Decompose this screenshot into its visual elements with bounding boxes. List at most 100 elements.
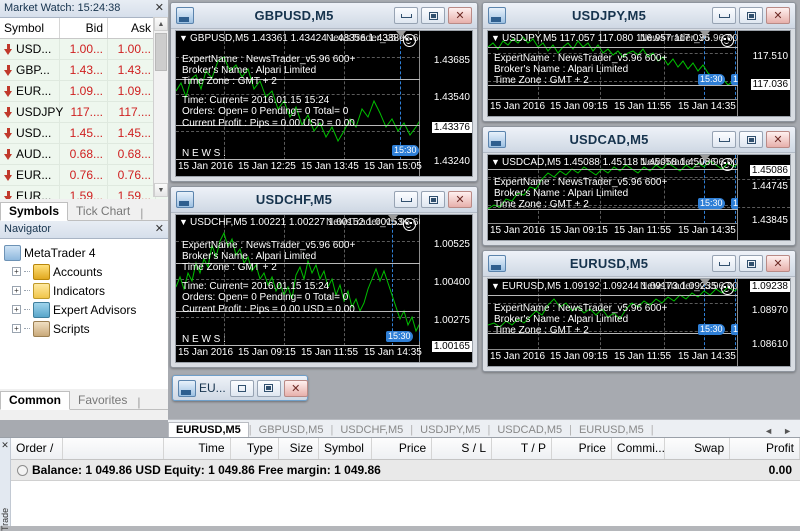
restore-button[interactable] xyxy=(739,255,763,272)
sidebar-item-expert-advisors[interactable]: + Expert Advisors xyxy=(4,300,168,319)
column-header-0[interactable]: Order / xyxy=(11,438,63,459)
chart-canvas[interactable]: USDCHF,M5 1.00221 1.00227 1.00152 1.0015… xyxy=(175,214,473,363)
price-scale[interactable]: 117.510 117.036 xyxy=(737,31,790,116)
restore-button[interactable] xyxy=(421,191,445,208)
minimize-button[interactable] xyxy=(394,191,418,208)
expand-icon[interactable]: + xyxy=(12,286,21,295)
scroll-down-icon[interactable]: ▼ xyxy=(154,183,168,197)
column-header-6[interactable]: Price xyxy=(372,438,433,459)
chart-tab-5[interactable]: EURUSD,M5 xyxy=(572,423,651,438)
column-header-12[interactable]: Profit xyxy=(730,438,800,459)
market-watch-list: USD... 1.00... 1.00... GBP... 1.43... 1.43...… xyxy=(0,39,168,199)
tab-favorites[interactable]: Favorites xyxy=(70,392,135,409)
close-icon[interactable]: ✕ xyxy=(0,440,10,451)
close-button[interactable]: ✕ xyxy=(766,131,790,148)
column-header-9[interactable]: Price xyxy=(552,438,612,459)
restore-button[interactable] xyxy=(739,131,763,148)
chart-canvas[interactable]: USDCAD,M5 1.45088 1.45118 1.45058 1.4508… xyxy=(487,154,791,241)
sidebar-item-accounts[interactable]: + Accounts xyxy=(4,262,168,281)
price-scale[interactable]: 1.09238 1.08970 1.08610 xyxy=(737,279,790,366)
price-scale[interactable]: 1.43685 1.43540 1.43376 1.43240 xyxy=(419,31,472,176)
tab-scroll-prev-icon[interactable]: ◄ xyxy=(764,426,773,436)
chevron-down-icon[interactable]: ▼ xyxy=(179,33,188,43)
chart-titlebar[interactable]: USDJPY,M5 ✕ xyxy=(483,3,795,29)
column-header-symbol[interactable]: Symbol xyxy=(0,18,60,38)
table-row[interactable]: EUR... 1.59... 1.59... xyxy=(0,186,168,199)
column-header-10[interactable]: Commi... xyxy=(612,438,666,459)
table-row[interactable]: EUR... 1.09... 1.09... xyxy=(0,81,168,102)
chart-titlebar[interactable]: USDCAD,M5 ✕ xyxy=(483,127,795,153)
expand-icon[interactable]: + xyxy=(12,305,21,314)
tab-tick-chart[interactable]: Tick Chart xyxy=(68,203,138,220)
chevron-down-icon[interactable]: ▼ xyxy=(491,157,500,167)
close-button[interactable]: ✕ xyxy=(283,379,308,397)
column-header-8[interactable]: T / P xyxy=(492,438,552,459)
price-scale[interactable]: 1.45086 1.44745 1.43845 xyxy=(737,155,790,240)
chart-tab-2[interactable]: USDCHF,M5 xyxy=(333,423,410,438)
restore-button[interactable] xyxy=(421,7,445,24)
table-row[interactable]: USD... 1.45... 1.45... xyxy=(0,123,168,144)
expand-icon[interactable]: + xyxy=(12,324,21,333)
sidebar-item-scripts[interactable]: + Scripts xyxy=(4,319,168,338)
chart-window-usdchf[interactable]: USDCHF,M5 ✕ USDCHF,M5 1.00221 1.00227 1.… xyxy=(170,186,478,368)
tree-connector xyxy=(24,327,30,330)
tab-scroll-next-icon[interactable]: ► xyxy=(783,426,792,436)
restore-button[interactable] xyxy=(739,7,763,24)
chart-window-usdjpy[interactable]: USDJPY,M5 ✕ USDJPY,M5 117.057 117.080 11… xyxy=(482,2,796,122)
chevron-down-icon[interactable]: ▼ xyxy=(491,281,500,291)
maximize-button[interactable] xyxy=(256,379,281,397)
chart-window-gbpusd[interactable]: GBPUSD,M5 ✕ GBPUSD,M5 1.43361 1.43424 1.… xyxy=(170,2,478,182)
minimize-button[interactable] xyxy=(712,131,736,148)
navigator-titlebar: Navigator ✕ xyxy=(0,221,168,239)
chevron-down-icon[interactable]: ▼ xyxy=(179,217,188,227)
minimize-button[interactable] xyxy=(394,7,418,24)
tab-common[interactable]: Common xyxy=(0,391,70,410)
chart-canvas[interactable]: USDJPY,M5 117.057 117.080 116.957 117.03… xyxy=(487,30,791,117)
close-icon[interactable]: ✕ xyxy=(155,0,164,17)
sidebar-item-indicators[interactable]: + Indicators xyxy=(4,281,168,300)
table-row[interactable]: AUD... 0.68... 0.68... xyxy=(0,144,168,165)
chart-titlebar[interactable]: EURUSD,M5 ✕ xyxy=(483,251,795,277)
chart-window-usdcad[interactable]: USDCAD,M5 ✕ USDCAD,M5 1.45088 1.45118 1.… xyxy=(482,126,796,246)
chevron-down-icon[interactable]: ▼ xyxy=(491,33,500,43)
minimize-button[interactable] xyxy=(712,7,736,24)
expand-icon[interactable]: + xyxy=(12,267,21,276)
price-scale[interactable]: 1.00525 1.00400 1.00275 1.00165 xyxy=(419,215,472,362)
scroll-up-icon[interactable]: ▲ xyxy=(154,17,168,31)
tab-symbols[interactable]: Symbols xyxy=(0,202,69,221)
close-button[interactable]: ✕ xyxy=(448,191,472,208)
column-header-7[interactable]: S / L xyxy=(432,438,493,459)
column-header-5[interactable]: Symbol xyxy=(319,438,373,459)
table-row[interactable]: USD... 1.00... 1.00... xyxy=(0,39,168,60)
close-icon[interactable]: ✕ xyxy=(155,221,164,238)
chart-canvas[interactable]: GBPUSD,M5 1.43361 1.43424 1.43356 1.4338… xyxy=(175,30,473,177)
chart-canvas[interactable]: EURUSD,M5 1.09192 1.09244 1.09173 1.0923… xyxy=(487,278,791,367)
table-row[interactable]: Balance: 1 049.86 USD Equity: 1 049.86 F… xyxy=(11,460,800,481)
restore-button[interactable] xyxy=(229,379,254,397)
symbol-cell: USDJPY xyxy=(0,102,63,122)
table-row[interactable]: USDJPY 117.... 117.... xyxy=(0,102,168,123)
column-header-ask[interactable]: Ask xyxy=(108,18,156,38)
chart-window-eurusd[interactable]: EURUSD,M5 ✕ EURUSD,M5 1.09192 1.09244 1.… xyxy=(482,250,796,372)
column-header-3[interactable]: Type xyxy=(231,438,279,459)
chart-titlebar[interactable]: GBPUSD,M5 ✕ xyxy=(171,3,477,29)
close-button[interactable]: ✕ xyxy=(766,255,790,272)
close-button[interactable]: ✕ xyxy=(766,7,790,24)
column-header-bid[interactable]: Bid xyxy=(60,18,108,38)
table-row[interactable]: EUR... 0.76... 0.76... xyxy=(0,165,168,186)
minimize-button[interactable] xyxy=(712,255,736,272)
market-watch-scrollbar[interactable]: ▲ ▼ xyxy=(153,17,168,197)
chart-tab-3[interactable]: USDJPY,M5 xyxy=(413,423,487,438)
column-header-4[interactable]: Size xyxy=(279,438,319,459)
scrollbar-thumb[interactable] xyxy=(155,33,167,71)
close-button[interactable]: ✕ xyxy=(448,7,472,24)
minimized-chart-window[interactable]: EU... ✕ xyxy=(172,375,308,401)
navigator-root[interactable]: MetaTrader 4 xyxy=(4,243,168,262)
chart-tab-1[interactable]: GBPUSD,M5 xyxy=(252,423,331,438)
chart-tab-4[interactable]: USDCAD,M5 xyxy=(490,423,569,438)
column-header-11[interactable]: Swap xyxy=(665,438,731,459)
table-row[interactable]: GBP... 1.43... 1.43... xyxy=(0,60,168,81)
chart-titlebar[interactable]: USDCHF,M5 ✕ xyxy=(171,187,477,213)
column-header-2[interactable]: Time xyxy=(164,438,231,459)
column-header-1[interactable] xyxy=(63,438,165,459)
